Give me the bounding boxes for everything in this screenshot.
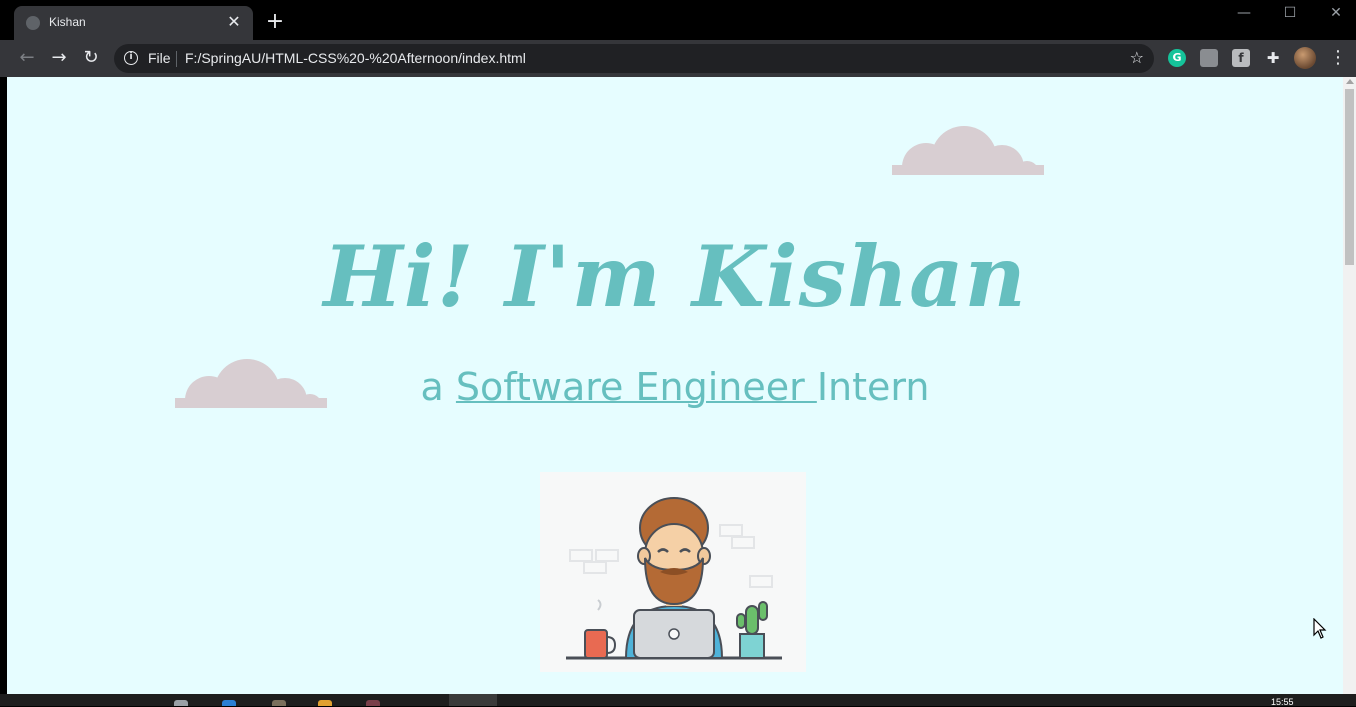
browser-toolbar: ← → ↻ i File F:/SpringAU/HTML-CSS%20-%20… — [0, 40, 1356, 77]
taskbar-app-icon[interactable] — [366, 700, 380, 706]
new-tab-button[interactable]: + — [264, 11, 286, 33]
page-title: Hi! I'm Kishan — [323, 227, 1027, 326]
cloud-icon — [892, 126, 1044, 175]
cursor-icon — [1313, 618, 1327, 639]
page-viewport: Hi! I'm Kishan a Software Engineer Inter… — [7, 77, 1343, 694]
software-engineer-link[interactable]: Software Engineer — [456, 365, 817, 409]
url-divider — [176, 51, 177, 67]
minimize-window-button[interactable]: — — [1230, 4, 1258, 22]
developer-illustration-art — [566, 497, 782, 660]
star-icon[interactable]: ☆ — [1130, 48, 1144, 67]
subtitle: a Software Engineer Intern — [7, 365, 1343, 409]
browser-tab[interactable]: Kishan ✕ — [14, 6, 253, 40]
taskbar-app-icon[interactable] — [272, 700, 286, 706]
scroll-thumb[interactable] — [1345, 89, 1354, 265]
globe-icon — [26, 16, 40, 30]
taskbar-app-icon[interactable] — [222, 700, 236, 706]
close-window-button[interactable]: ✕ — [1322, 4, 1350, 22]
profile-avatar[interactable] — [1294, 47, 1316, 69]
menu-icon[interactable]: ⋮ — [1328, 47, 1348, 69]
taskbar-app-icon[interactable] — [174, 700, 188, 706]
copy-extension-icon[interactable] — [1200, 49, 1218, 67]
address-bar[interactable]: i File F:/SpringAU/HTML-CSS%20-%20Aftern… — [114, 44, 1154, 73]
tab-title: Kishan — [49, 15, 86, 29]
scroll-up-arrow-icon[interactable] — [1346, 79, 1354, 84]
url-text[interactable]: F:/SpringAU/HTML-CSS%20-%20Afternoon/ind… — [185, 50, 526, 66]
subtitle-prefix: a — [420, 365, 456, 409]
info-icon[interactable]: i — [124, 51, 138, 65]
page-scrollbar[interactable] — [1343, 77, 1356, 694]
tab-strip: Kishan ✕ + — ☐ ✕ — [0, 0, 1356, 40]
font-extension-icon[interactable]: f — [1232, 49, 1250, 67]
taskbar-active-app[interactable] — [449, 694, 497, 706]
back-button[interactable]: ← — [16, 47, 38, 69]
forward-button[interactable]: → — [48, 47, 70, 69]
developer-illustration — [540, 472, 806, 672]
scheme-label: File — [148, 50, 171, 66]
taskbar-app-icon[interactable] — [318, 700, 332, 706]
subtitle-suffix: Intern — [816, 365, 930, 409]
os-taskbar: 15:55 — [0, 694, 1356, 707]
grammarly-extension-icon[interactable]: G — [1168, 49, 1186, 67]
reload-button[interactable]: ↻ — [80, 47, 102, 69]
maximize-window-button[interactable]: ☐ — [1276, 4, 1304, 22]
close-tab-button[interactable]: ✕ — [225, 13, 243, 31]
puzzle-icon[interactable]: ✚ — [1264, 49, 1282, 67]
